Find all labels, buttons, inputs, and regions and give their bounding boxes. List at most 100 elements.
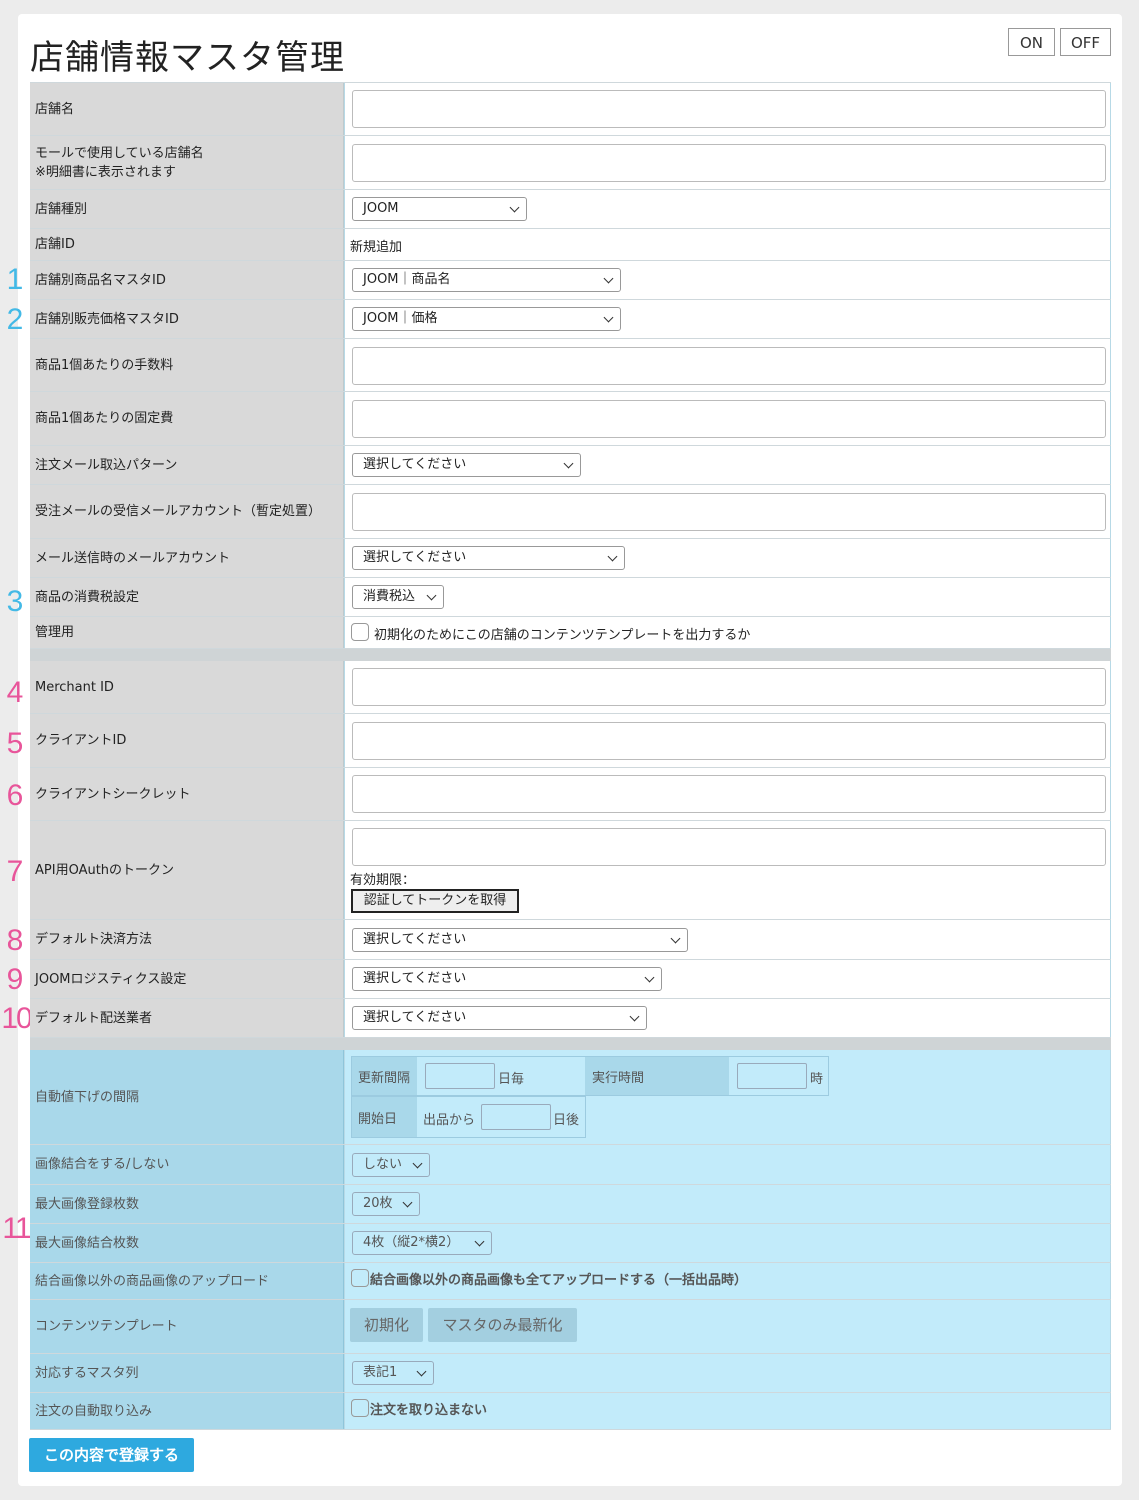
row-mail-pattern: 注文メール取込パターン 選択してください	[30, 446, 1111, 485]
row-send-mail: メール送信時のメールアカウント 選択してください	[30, 539, 1111, 578]
master-column-select[interactable]: 表記1	[352, 1361, 434, 1385]
row-store-id: 店舗ID 新規追加	[30, 229, 1111, 261]
store-type-select[interactable]: JOOM	[352, 197, 527, 221]
label-receive-mail: 受注メールの受信メールアカウント（暫定処置）	[30, 485, 344, 538]
store-name-input[interactable]	[352, 90, 1106, 128]
label-payment: デフォルト決済方法	[30, 920, 344, 959]
row-carrier: デフォルト配送業者 選択してください	[30, 999, 1111, 1038]
upload-other-checkbox-label: 結合画像以外の商品画像も全てアップロードする（一括出品時）	[370, 1273, 748, 1288]
label-mail-pattern: 注文メール取込パターン	[30, 446, 344, 484]
label-upload-other: 結合画像以外の商品画像のアップロード	[30, 1263, 344, 1299]
off-button[interactable]: OFF	[1060, 28, 1111, 56]
label-oauth: API用OAuthのトークン	[30, 821, 344, 919]
receive-mail-input[interactable]	[352, 493, 1106, 531]
label-auto-import: 注文の自動取り込み	[30, 1393, 344, 1429]
label-client-id: クライアントID	[30, 714, 344, 767]
label-send-mail: メール送信時のメールアカウント	[30, 539, 344, 577]
label-store-type: 店舗種別	[30, 190, 344, 228]
row-auto-discount: 自動値下げの間隔 更新間隔 日毎 実行時間 時 開始日 出品から 日後	[30, 1050, 1111, 1145]
label-logistics: JOOMロジスティクス設定	[30, 960, 344, 998]
marker-10: 10	[1, 1002, 32, 1035]
marker-9: 9	[6, 963, 24, 996]
label-max-merge: 最大画像結合枚数	[30, 1224, 344, 1262]
row-fixed-cost: 商品1個あたりの固定費	[30, 392, 1111, 446]
admin-checkbox-label: 初期化のためにこの店舗のコンテンツテンプレートを出力するか	[374, 628, 751, 643]
label-auto-discount: 自動値下げの間隔	[30, 1050, 344, 1144]
row-content-template: コンテンツテンプレート 初期化 マスタのみ最新化	[30, 1300, 1111, 1354]
label-price-master: 店舗別販売価格マスタID	[30, 300, 344, 338]
row-auto-import: 注文の自動取り込み 注文を取り込まない	[30, 1393, 1111, 1430]
mail-pattern-select[interactable]: 選択してください	[352, 453, 581, 477]
token-expiry-label: 有効期限：	[350, 873, 416, 888]
label-carrier: デフォルト配送業者	[30, 999, 344, 1037]
row-max-merge: 最大画像結合枚数 4枚（縦2*横2）	[30, 1224, 1111, 1263]
logistics-select[interactable]: 選択してください	[352, 967, 662, 991]
section-divider	[30, 649, 1111, 661]
label-mall-store-name: モールで使用している店舗名 ※明細書に表示されます	[30, 136, 344, 189]
label-image-merge: 画像結合をする/しない	[30, 1145, 344, 1184]
payment-select[interactable]: 選択してください	[352, 928, 688, 952]
label-admin: 管理用	[30, 617, 344, 648]
marker-3: 3	[6, 585, 24, 618]
row-price-master: 店舗別販売価格マスタID JOOM｜価格	[30, 300, 1111, 339]
marker-4: 4	[6, 676, 24, 709]
row-store-type: 店舗種別 JOOM	[30, 190, 1111, 229]
label-merchant-id: Merchant ID	[30, 661, 344, 713]
marker-8: 8	[6, 924, 24, 957]
row-client-id: クライアントID	[30, 714, 1111, 768]
label-store-name: 店舗名	[30, 83, 344, 135]
merchant-id-input[interactable]	[352, 668, 1106, 706]
on-button[interactable]: ON	[1008, 28, 1055, 56]
row-product-name-master: 店舗別商品名マスタID JOOM｜商品名	[30, 261, 1111, 300]
mall-store-name-input[interactable]	[352, 144, 1106, 182]
row-merchant-id: Merchant ID	[30, 661, 1111, 714]
price-master-select[interactable]: JOOM｜価格	[352, 307, 621, 331]
submit-button[interactable]: この内容で登録する	[29, 1438, 194, 1472]
tax-select[interactable]: 消費税込	[352, 585, 444, 609]
row-tax: 商品の消費税設定 消費税込	[30, 578, 1111, 617]
row-oauth: API用OAuthのトークン 有効期限： 認証してトークンを取得	[30, 821, 1111, 920]
page-title: 店舗情報マスタ管理	[30, 38, 345, 78]
label-store-id: 店舗ID	[30, 229, 344, 260]
client-id-input[interactable]	[352, 722, 1106, 760]
oauth-token-input[interactable]	[352, 828, 1106, 866]
auto-import-checkbox[interactable]	[351, 1399, 369, 1417]
send-mail-select[interactable]: 選択してください	[352, 546, 625, 570]
row-client-secret: クライアントシークレット	[30, 768, 1111, 821]
carrier-select[interactable]: 選択してください	[352, 1006, 647, 1030]
image-merge-select[interactable]: しない	[352, 1153, 430, 1177]
get-token-button[interactable]: 認証してトークンを取得	[351, 889, 519, 913]
marker-5: 5	[6, 727, 24, 760]
marker-7: 7	[6, 855, 24, 888]
product-name-master-select[interactable]: JOOM｜商品名	[352, 268, 621, 292]
refresh-master-button[interactable]: マスタのみ最新化	[428, 1308, 577, 1342]
upload-other-checkbox[interactable]	[351, 1269, 369, 1287]
max-images-select[interactable]: 20枚	[352, 1192, 420, 1216]
auto-import-checkbox-label: 注文を取り込まない	[370, 1403, 488, 1418]
max-merge-select[interactable]: 4枚（縦2*横2）	[352, 1231, 492, 1255]
label-tax: 商品の消費税設定	[30, 578, 344, 616]
row-max-images: 最大画像登録枚数 20枚	[30, 1185, 1111, 1224]
row-logistics: JOOMロジスティクス設定 選択してください	[30, 960, 1111, 999]
row-upload-other: 結合画像以外の商品画像のアップロード 結合画像以外の商品画像も全てアップロードす…	[30, 1263, 1111, 1300]
fee-input[interactable]	[352, 347, 1106, 385]
row-payment: デフォルト決済方法 選択してください	[30, 920, 1111, 960]
row-fee: 商品1個あたりの手数料	[30, 339, 1111, 392]
label-fee: 商品1個あたりの手数料	[30, 339, 344, 391]
marker-2: 2	[6, 303, 24, 336]
marker-11: 11	[2, 1212, 31, 1245]
init-button[interactable]: 初期化	[350, 1308, 423, 1342]
row-master-column: 対応するマスタ列 表記1	[30, 1354, 1111, 1393]
section-divider-2	[30, 1038, 1111, 1050]
fixed-cost-input[interactable]	[352, 400, 1106, 438]
marker-6: 6	[6, 779, 24, 812]
label-master-column: 対応するマスタ列	[30, 1354, 344, 1392]
marker-1: 1	[6, 263, 24, 296]
row-image-merge: 画像結合をする/しない しない	[30, 1145, 1111, 1185]
store-id-value: 新規追加	[350, 240, 403, 255]
admin-checkbox[interactable]	[351, 623, 369, 641]
client-secret-input[interactable]	[352, 775, 1106, 813]
label-client-secret: クライアントシークレット	[30, 768, 344, 820]
row-store-name: 店舗名	[30, 83, 1111, 136]
label-content-template: コンテンツテンプレート	[30, 1300, 344, 1353]
